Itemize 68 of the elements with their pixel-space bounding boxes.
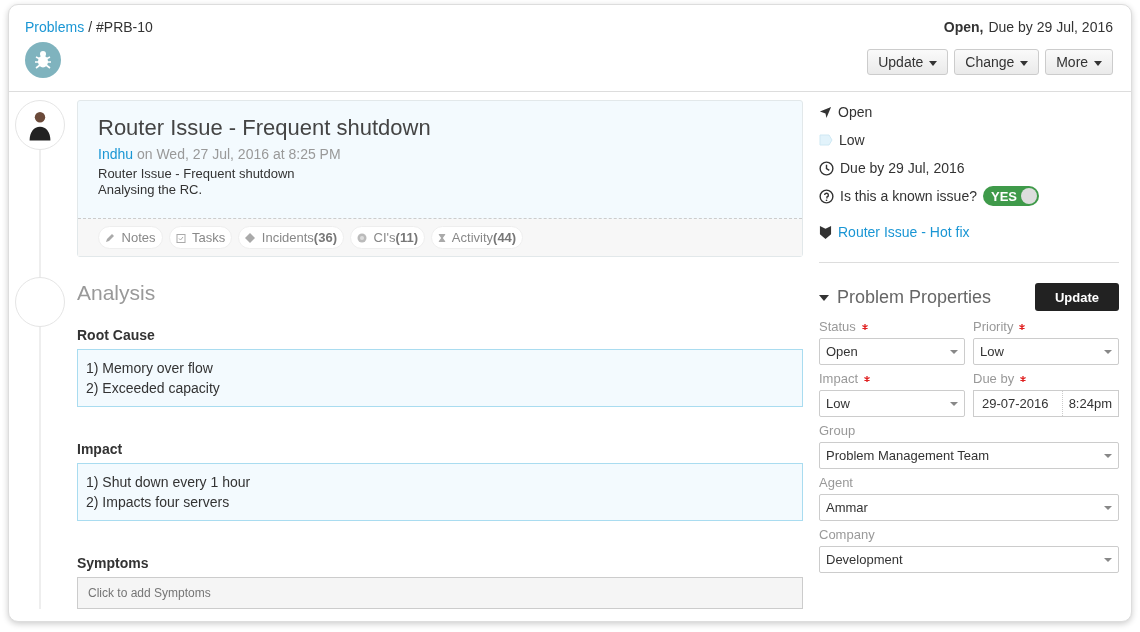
pencil-icon (105, 233, 115, 243)
tag-icon (819, 134, 833, 146)
note-text: Router Issue - Frequent shutdown (98, 166, 296, 182)
section-label: Symptoms (77, 555, 150, 571)
field-label: Status (819, 319, 856, 334)
select-field[interactable]: Ammar (819, 494, 1119, 521)
tab-pill[interactable]: Tasks (168, 226, 233, 249)
select-field[interactable]: Low (819, 390, 965, 417)
caret-icon (1094, 60, 1102, 66)
text-area[interactable]: 1) Shut down every 1 hour 2) Impacts four servers (77, 463, 803, 521)
clipboard-check-icon (175, 233, 186, 243)
analysis-heading: Analysis (77, 281, 157, 305)
tab-pill[interactable]: Notes (98, 226, 163, 249)
tab-pill[interactable]: Incidents(36) (238, 226, 344, 249)
collapse-toggle[interactable]: Problem Properties (819, 286, 992, 308)
tab-pill[interactable]: Activity(44) (430, 226, 524, 249)
select-field[interactable]: Development (819, 546, 1119, 573)
caret-icon (929, 60, 938, 66)
select-field[interactable]: Problem Management Team (819, 442, 1119, 469)
field-label: Group (819, 423, 856, 438)
caret-icon (1020, 60, 1029, 66)
dropdown-caret-icon (1104, 349, 1112, 354)
status-value: Open (838, 104, 873, 120)
breadcrumb-separator: / (88, 19, 93, 35)
due-date-text: Due by 29 Jul, 2016 (988, 19, 1113, 35)
required-asterisk-icon (861, 323, 868, 330)
status-text: Open, (943, 19, 984, 35)
due-value: Due by 29 Jul, 2016 (840, 160, 965, 176)
section-label: Root Cause (77, 327, 156, 343)
dropdown-caret-icon (1104, 557, 1112, 562)
dropdown-caret-icon (950, 401, 958, 406)
tab-pill[interactable]: CI's(11) (349, 226, 425, 249)
field-label: Due by (973, 371, 1015, 386)
note-text: Analysing the RC. (98, 182, 204, 198)
field-label: Impact (819, 371, 858, 386)
dropdown-caret-icon (950, 349, 958, 354)
section-label: Impact (77, 441, 124, 457)
note-timestamp: on Wed, 27 Jul, 2016 at 8:25 PM (136, 146, 341, 162)
field-label: Company (819, 527, 875, 542)
triangle-icon (819, 294, 829, 301)
note-title: Router Issue - Frequent shutdown (98, 115, 432, 141)
dropdown-caret-icon (1104, 453, 1112, 458)
toggle-switch[interactable]: YES (982, 186, 1039, 206)
known-issue-label: Is this a known issue? (840, 188, 977, 204)
problem-id: #PRB-10 (96, 19, 153, 35)
required-asterisk-icon (1019, 323, 1026, 330)
paper-plane-icon (819, 105, 832, 119)
dropdown-button[interactable]: Update (867, 49, 949, 75)
shield-icon (819, 224, 832, 240)
update-button[interactable]: Update (1035, 283, 1119, 311)
dropdown-button[interactable]: More (1045, 49, 1113, 75)
field-label: Priority (973, 319, 1014, 334)
ticket-icon (245, 233, 256, 243)
select-field[interactable]: Open (819, 338, 965, 365)
bug-icon (25, 42, 61, 78)
dropdown-caret-icon (1104, 505, 1112, 510)
text-area[interactable]: 1) Memory over flow 2) Exceeded capacity (77, 349, 803, 407)
select-field[interactable]: Low (973, 338, 1119, 365)
question-icon (819, 188, 834, 204)
priority-value: Low (839, 132, 865, 148)
hourglass-icon (437, 233, 446, 243)
person-icon (27, 109, 53, 141)
field-label: Agent (819, 475, 853, 490)
dropdown-button[interactable]: Change (954, 49, 1040, 75)
input-field[interactable]: Click to add Symptoms (77, 577, 803, 609)
required-asterisk-icon (1020, 375, 1027, 382)
required-asterisk-icon (864, 375, 870, 382)
clock-icon (819, 160, 834, 176)
